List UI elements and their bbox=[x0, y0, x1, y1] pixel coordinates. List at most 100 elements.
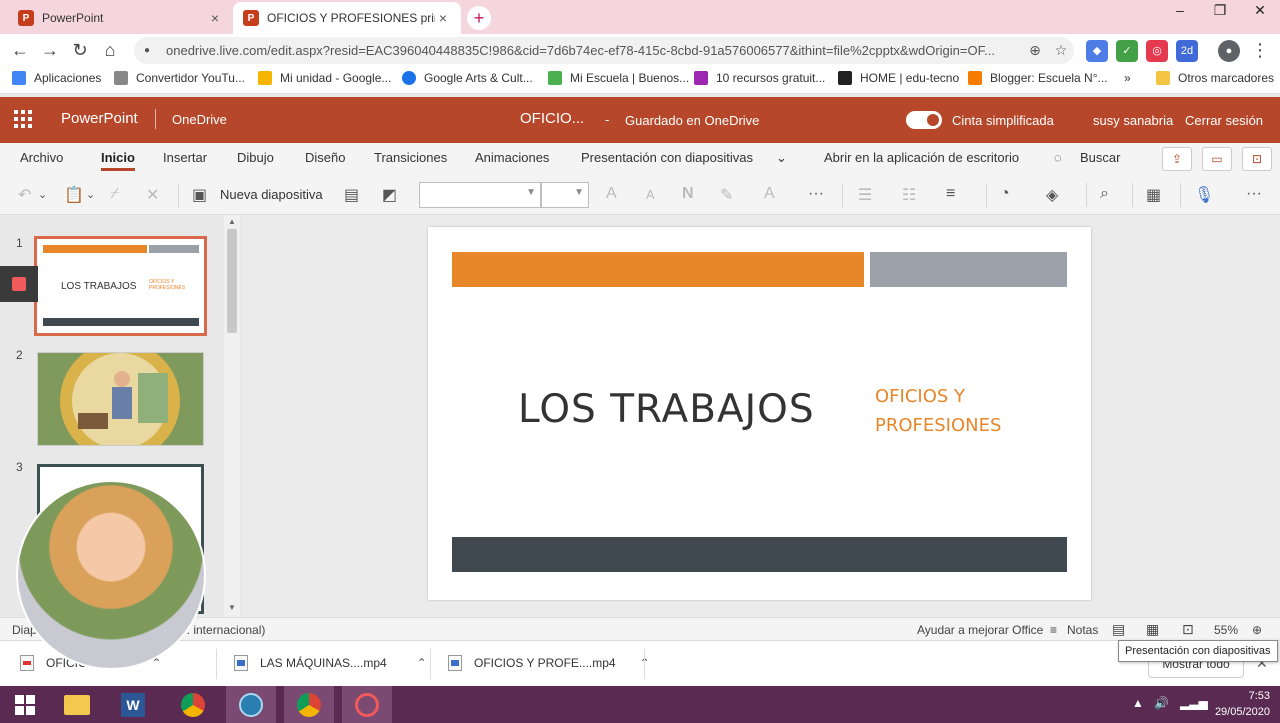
screen-recorder-icon[interactable] bbox=[342, 686, 392, 723]
translate-icon[interactable]: ⊕ bbox=[1022, 42, 1048, 59]
highlight-icon[interactable]: ✎ bbox=[720, 185, 733, 205]
slideshow-view-icon[interactable]: ⊡ bbox=[1182, 621, 1194, 638]
format-painter-icon[interactable]: ⌿ bbox=[110, 185, 120, 203]
browser-tab-powerpoint[interactable]: P PowerPoint × bbox=[8, 2, 233, 34]
open-desktop-app-link[interactable]: Abrir en la aplicación de escritorio bbox=[824, 150, 1019, 165]
share-icon[interactable]: ⇪ bbox=[1162, 147, 1192, 171]
onedrive-link[interactable]: OneDrive bbox=[172, 112, 227, 127]
delete-icon[interactable]: ✕ bbox=[146, 185, 159, 205]
download-item[interactable]: LAS MÁQUINAS....mp4 ⌃ bbox=[234, 655, 427, 671]
app-launcher-icon[interactable] bbox=[14, 110, 32, 128]
app-icon[interactable] bbox=[226, 686, 276, 723]
forward-icon[interactable]: → bbox=[38, 38, 62, 62]
current-slide[interactable]: LOS TRABAJOS OFICIOS Y PROFESIONES bbox=[428, 227, 1091, 600]
restore-window-icon[interactable]: ❐ bbox=[1200, 0, 1240, 20]
file-explorer-icon[interactable] bbox=[52, 686, 102, 723]
dictate-icon[interactable]: 🎙 bbox=[1194, 185, 1214, 205]
tab-diseno[interactable]: Diseño bbox=[305, 150, 345, 165]
scrollbar-thumb[interactable] bbox=[227, 229, 237, 333]
notes-icon[interactable]: ≡ bbox=[1050, 623, 1057, 637]
more-options-icon[interactable]: ··· bbox=[808, 185, 824, 203]
bullets-icon[interactable]: ☰ bbox=[858, 185, 872, 205]
bookmarks-overflow-icon[interactable]: » bbox=[1124, 71, 1131, 85]
address-bar[interactable]: ● onedrive.live.com/edit.aspx?resid=EAC3… bbox=[134, 37, 1074, 64]
app-name[interactable]: PowerPoint bbox=[61, 110, 138, 127]
document-title[interactable]: OFICIO... bbox=[520, 110, 584, 127]
word-icon[interactable]: W bbox=[108, 686, 158, 723]
start-button[interactable] bbox=[0, 686, 50, 723]
extension-icon[interactable]: ◎ bbox=[1146, 40, 1168, 62]
tab-dibujo[interactable]: Dibujo bbox=[237, 150, 274, 165]
fit-to-window-icon[interactable]: ⊕ bbox=[1252, 623, 1262, 637]
find-icon[interactable]: ⌕ bbox=[1100, 185, 1109, 203]
reload-icon[interactable]: ↻ bbox=[68, 38, 92, 62]
bookmark-item[interactable]: Blogger: Escuela N°... bbox=[968, 71, 1108, 85]
scroll-down-icon[interactable]: ▼ bbox=[228, 603, 236, 612]
tab-archivo[interactable]: Archivo bbox=[20, 150, 63, 165]
extension-icon[interactable]: ◆ bbox=[1086, 40, 1108, 62]
chevron-up-icon[interactable]: ⌃ bbox=[417, 656, 427, 670]
minimize-window-icon[interactable]: – bbox=[1160, 0, 1200, 20]
chrome-icon[interactable] bbox=[284, 686, 334, 723]
volume-icon[interactable]: 🔊 bbox=[1154, 696, 1169, 710]
bold-icon[interactable]: N bbox=[682, 185, 694, 203]
sign-out-link[interactable]: Cerrar sesión bbox=[1185, 113, 1263, 128]
bookmark-item[interactable]: HOME | edu-tecno bbox=[838, 71, 959, 85]
bookmark-item[interactable]: Mi unidad - Google... bbox=[258, 71, 391, 85]
new-tab-button[interactable]: + bbox=[467, 6, 491, 30]
bookmark-item[interactable]: Google Arts & Cult... bbox=[402, 71, 533, 85]
paste-dropdown-chevron-icon[interactable]: ⌄ bbox=[86, 188, 95, 201]
designer-icon[interactable]: ▦ bbox=[1146, 185, 1161, 205]
tab-presentacion[interactable]: Presentación con diapositivas bbox=[581, 150, 753, 165]
search-tell-me[interactable]: Buscar bbox=[1080, 150, 1120, 165]
more-commands-icon[interactable]: ··· bbox=[1246, 185, 1262, 203]
new-slide-button[interactable]: Nueva diapositiva bbox=[220, 187, 323, 202]
tab-animaciones[interactable]: Animaciones bbox=[475, 150, 549, 165]
align-icon[interactable]: ≡ bbox=[946, 185, 955, 203]
scroll-up-icon[interactable]: ▲ bbox=[228, 217, 236, 226]
more-tabs-chevron-icon[interactable]: ⌄ bbox=[776, 150, 787, 166]
profile-avatar[interactable]: ● bbox=[1218, 40, 1240, 62]
chrome-icon[interactable] bbox=[168, 686, 218, 723]
normal-view-icon[interactable]: ▤ bbox=[1112, 621, 1125, 638]
extension-icon[interactable]: ✓ bbox=[1116, 40, 1138, 62]
grow-font-icon[interactable]: A bbox=[606, 185, 617, 203]
extension-icon[interactable]: 2d bbox=[1176, 40, 1198, 62]
browser-tab-oficios[interactable]: P OFICIOS Y PROFESIONES primer × bbox=[233, 2, 461, 34]
bookmark-item[interactable]: 10 recursos gratuit... bbox=[694, 71, 825, 85]
new-slide-icon[interactable]: ▣ bbox=[192, 185, 207, 205]
layout-icon[interactable]: ▤ bbox=[344, 185, 359, 205]
slide-thumbnail-1[interactable]: LOS TRABAJOS OFICIOS Y PROFESIONES bbox=[34, 236, 207, 336]
back-icon[interactable]: ← bbox=[8, 38, 32, 62]
slide-title[interactable]: LOS TRABAJOS bbox=[518, 387, 815, 432]
slide-thumbnail-2[interactable] bbox=[37, 341, 204, 461]
shrink-font-icon[interactable]: A bbox=[646, 187, 655, 202]
font-color-icon[interactable]: A bbox=[764, 185, 775, 203]
help-improve-office[interactable]: Ayudar a mejorar Office bbox=[917, 623, 1043, 637]
bookmark-apps[interactable]: Aplicaciones bbox=[12, 71, 101, 85]
zoom-level[interactable]: 55% bbox=[1214, 623, 1238, 637]
close-tab-icon[interactable]: × bbox=[207, 10, 223, 26]
bookmark-star-icon[interactable]: ☆ bbox=[1048, 42, 1074, 59]
font-family-select[interactable]: ▼ bbox=[419, 182, 541, 208]
undo-dropdown-chevron-icon[interactable]: ⌄ bbox=[38, 188, 47, 201]
language-status[interactable]: b. internacional) bbox=[180, 623, 265, 637]
bookmark-other[interactable]: Otros marcadores bbox=[1156, 71, 1274, 85]
simplified-ribbon-toggle[interactable] bbox=[906, 111, 942, 129]
user-name[interactable]: susy sanabria bbox=[1093, 113, 1173, 128]
tray-overflow-icon[interactable]: ▲ bbox=[1132, 696, 1144, 710]
close-tab-icon[interactable]: × bbox=[435, 10, 451, 26]
thumbnail-scrollbar[interactable]: ▲ ▼ bbox=[224, 215, 240, 617]
bookmark-item[interactable]: Mi Escuela | Buenos... bbox=[548, 71, 689, 85]
comments-icon[interactable]: ▭ bbox=[1202, 147, 1232, 171]
home-icon[interactable]: ⌂ bbox=[98, 38, 122, 62]
present-icon[interactable]: ⊡ bbox=[1242, 147, 1272, 171]
notes-button[interactable]: Notas bbox=[1067, 623, 1098, 637]
tab-transiciones[interactable]: Transiciones bbox=[374, 150, 447, 165]
url-text[interactable]: onedrive.live.com/edit.aspx?resid=EAC396… bbox=[166, 43, 1022, 58]
tab-insertar[interactable]: Insertar bbox=[163, 150, 207, 165]
record-button[interactable] bbox=[0, 266, 38, 302]
format-background-icon[interactable]: ◩ bbox=[382, 185, 397, 205]
tab-inicio[interactable]: Inicio bbox=[101, 150, 135, 171]
shapes-icon[interactable]: ◔ bbox=[1000, 185, 1010, 203]
